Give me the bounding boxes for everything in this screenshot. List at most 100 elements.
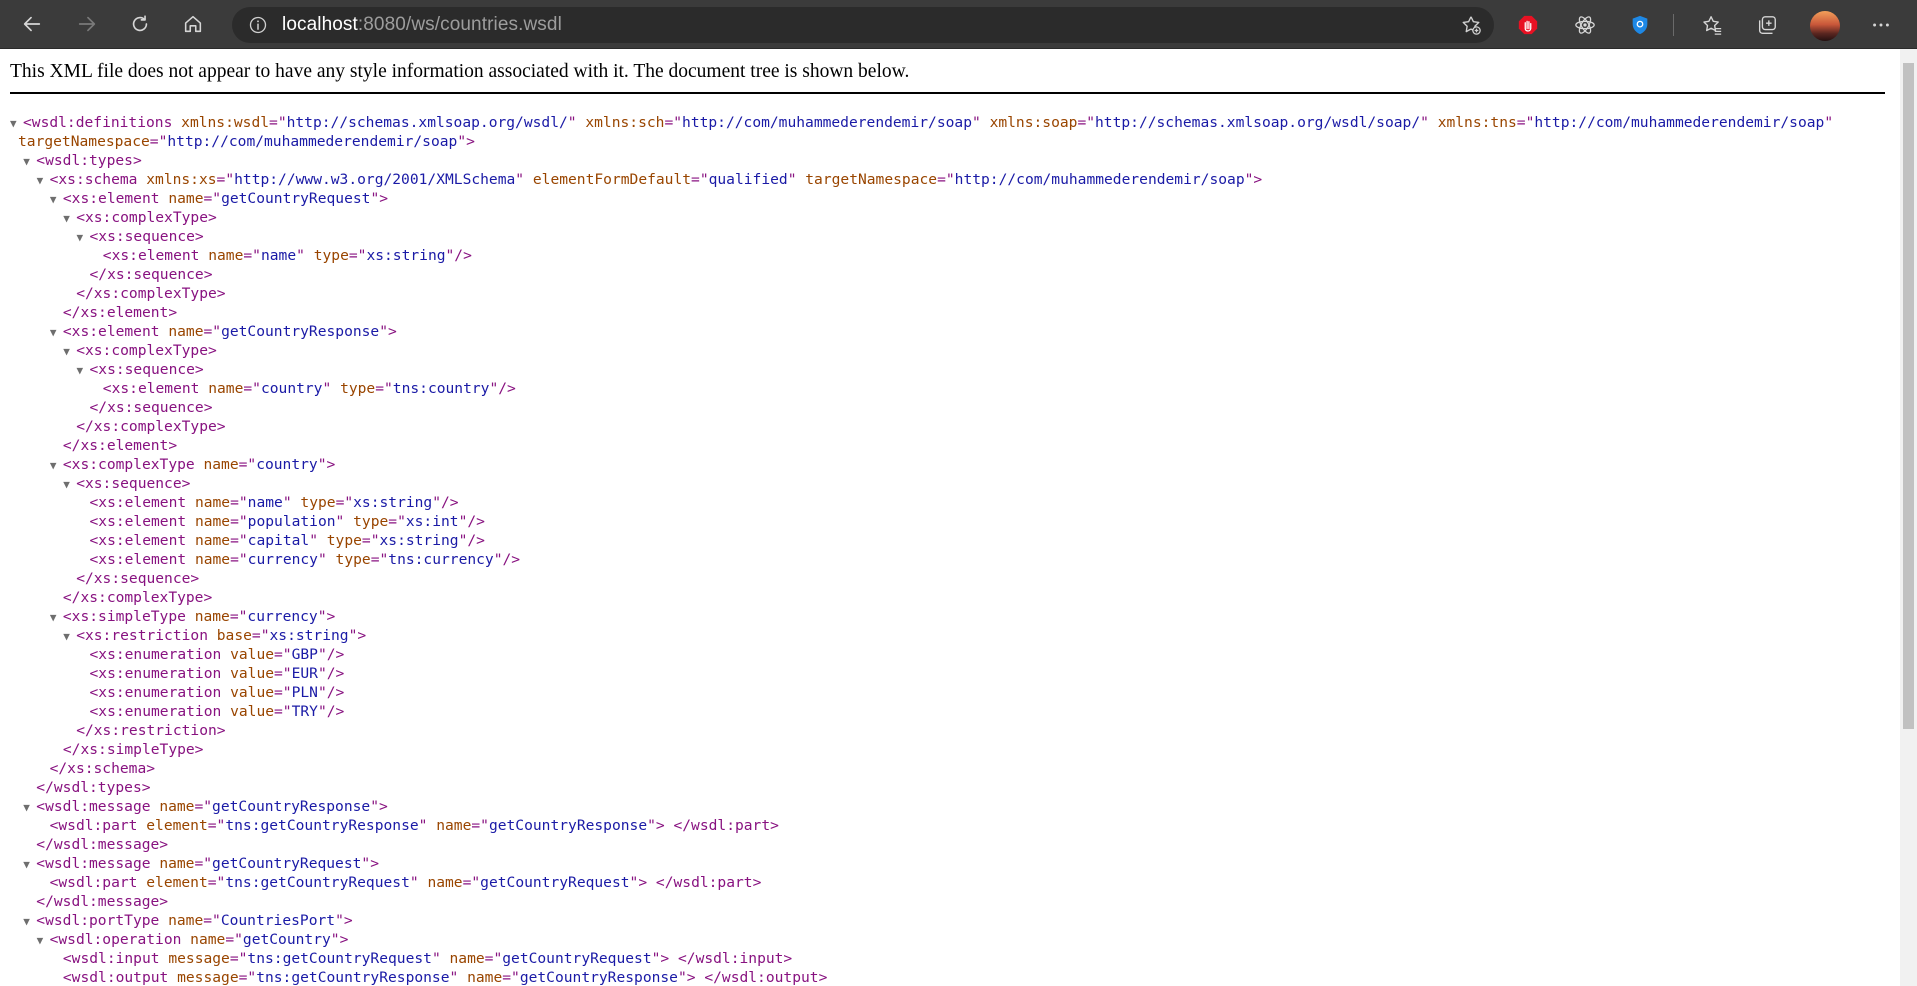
collapse-toggle-icon[interactable]: ▼	[23, 798, 36, 817]
xml-attr-name: name	[186, 532, 231, 549]
xml-tag-text: <xs:enumeration	[89, 684, 222, 701]
collapse-toggle-icon[interactable]: ▼	[50, 190, 63, 209]
xml-attr-name: targetNamespace	[796, 171, 938, 188]
xml-line: ▼ <xs:element name="getCountryRequest">	[0, 189, 1833, 208]
xml-line: ▼ <xs:sequence>	[0, 474, 1833, 493]
xml-attr-value: tns:currency	[388, 551, 494, 568]
xml-tag-text: <wsdl:input	[62, 950, 160, 967]
xml-tag-text: ="	[230, 551, 248, 568]
xml-attr-value: EUR	[291, 665, 318, 682]
url-host: localhost	[282, 14, 358, 35]
collections-button[interactable]	[1754, 12, 1780, 38]
xml-tag-text: "/>	[493, 551, 521, 568]
xml-tag-text: ="	[361, 532, 380, 549]
xml-tag-text: <xs:element	[62, 323, 160, 340]
xml-line: <xs:enumeration value="GBP"/>	[0, 645, 1833, 664]
xml-tag-text: ="	[370, 551, 389, 568]
collapse-toggle-icon[interactable]: ▼	[23, 152, 36, 171]
xml-tag-text: ">	[629, 874, 648, 891]
collapse-toggle-icon[interactable]: ▼	[77, 361, 90, 380]
xml-attr-name: xmlns:soap	[980, 114, 1078, 131]
xml-tag-text: <xs:sequence>	[89, 228, 204, 245]
info-icon	[249, 16, 267, 34]
collapse-toggle-icon[interactable]: ▼	[37, 931, 50, 950]
collapse-toggle-icon[interactable]: ▼	[77, 228, 90, 247]
collapse-toggle-icon[interactable]: ▼	[23, 912, 36, 931]
xml-tag-text: </xs:complexType>	[76, 285, 226, 302]
collapse-toggle-icon[interactable]: ▼	[23, 855, 36, 874]
xml-attr-name: name	[186, 551, 231, 568]
xml-text	[669, 950, 678, 967]
xml-attr-name: targetNamespace	[18, 133, 150, 150]
profile-avatar[interactable]	[1810, 11, 1840, 41]
xml-tag-text: <wsdl:portType	[36, 912, 160, 929]
xml-attr-value: getCountryResponse	[212, 798, 371, 815]
home-button[interactable]	[171, 2, 215, 46]
xml-tag-text: </xs:schema>	[49, 760, 156, 777]
vertical-scrollbar[interactable]	[1900, 49, 1917, 986]
xml-tag-text: <wsdl:definitions	[23, 114, 173, 131]
xml-attr-name: type	[304, 247, 349, 264]
xml-tag-text: ="	[269, 114, 287, 131]
xml-attr-value: xs:string	[269, 627, 349, 644]
refresh-button[interactable]	[118, 2, 162, 46]
collapse-toggle-icon[interactable]: ▼	[50, 456, 63, 475]
collapse-toggle-icon[interactable]: ▼	[50, 608, 63, 627]
xml-tag-text: "	[431, 950, 441, 967]
xml-tag-text: <xs:element	[89, 551, 187, 568]
xml-attr-value: http://schemas.xmlsoap.org/wsdl/soap/	[1095, 114, 1421, 131]
collapse-toggle-icon[interactable]: ▼	[10, 114, 23, 133]
xml-line: </xs:sequence>	[0, 569, 1833, 588]
back-button[interactable]	[10, 2, 54, 46]
settings-menu-button[interactable]	[1868, 12, 1894, 38]
xml-style-notice: This XML file does not appear to have an…	[10, 61, 910, 82]
xml-tag-text: <wsdl:message	[36, 855, 151, 872]
forward-button[interactable]	[65, 2, 109, 46]
xml-tag-text: ="	[194, 798, 213, 815]
extension-stop-button[interactable]	[1515, 12, 1541, 38]
xml-tag-text: <xs:element	[89, 532, 187, 549]
xml-tag-text: ="	[1077, 114, 1096, 131]
xml-line: </wsdl:types>	[0, 778, 1833, 797]
xml-attr-value: capital	[247, 532, 310, 549]
xml-attr-value: getCountryResponse	[221, 323, 380, 340]
xml-attr-name: name	[458, 969, 503, 986]
xml-tag-text: <xs:element	[102, 380, 200, 397]
xml-attr-name: type	[331, 380, 376, 397]
xml-tag-text: "	[282, 494, 292, 511]
xml-attr-value: getCountryResponse	[519, 969, 678, 986]
xml-tag-text: </wsdl:input>	[678, 950, 793, 967]
xml-tag-text: "	[515, 171, 525, 188]
xml-attr-value: http://schemas.xmlsoap.org/wsdl/	[286, 114, 568, 131]
xml-tag-text: "/>	[489, 380, 516, 397]
xml-tag-text: "/>	[317, 684, 345, 701]
xml-attr-name: name	[150, 798, 195, 815]
collapse-toggle-icon[interactable]: ▼	[63, 209, 76, 228]
collapse-toggle-icon[interactable]: ▼	[50, 323, 63, 342]
xml-tag-text: ">	[330, 931, 349, 948]
xml-line: </xs:element>	[0, 436, 1833, 455]
xml-attr-name: value	[221, 703, 275, 720]
address-bar[interactable]: localhost:8080/ws/countries.wsdl	[232, 7, 1494, 43]
collapse-toggle-icon[interactable]: ▼	[63, 342, 76, 361]
url-text[interactable]: localhost:8080/ws/countries.wsdl	[282, 14, 562, 36]
xml-attr-name: type	[344, 513, 389, 530]
favorites-button[interactable]	[1699, 12, 1725, 38]
xml-tag-text: </xs:complexType>	[62, 589, 213, 606]
xml-tag-text: ="	[230, 532, 248, 549]
xml-tag-text: ="	[203, 323, 222, 340]
xml-tag-text: "	[1824, 114, 1834, 131]
xml-attr-name: base	[207, 627, 252, 644]
extension-shield-button[interactable]	[1627, 12, 1653, 38]
collapse-toggle-icon[interactable]: ▼	[37, 171, 50, 190]
xml-line: ▼ <xs:complexType>	[0, 208, 1833, 227]
add-favorite-button[interactable]	[1458, 12, 1484, 38]
collapse-toggle-icon[interactable]: ▼	[63, 627, 76, 646]
stop-hand-icon	[1518, 15, 1538, 35]
extension-react-button[interactable]	[1572, 12, 1598, 38]
scrollbar-thumb[interactable]	[1903, 63, 1914, 729]
site-info-button[interactable]	[240, 7, 276, 43]
xml-tag-text: <xs:sequence>	[89, 361, 204, 378]
collapse-toggle-icon[interactable]: ▼	[63, 475, 76, 494]
xml-attr-name: xmlns:tns	[1428, 114, 1517, 131]
